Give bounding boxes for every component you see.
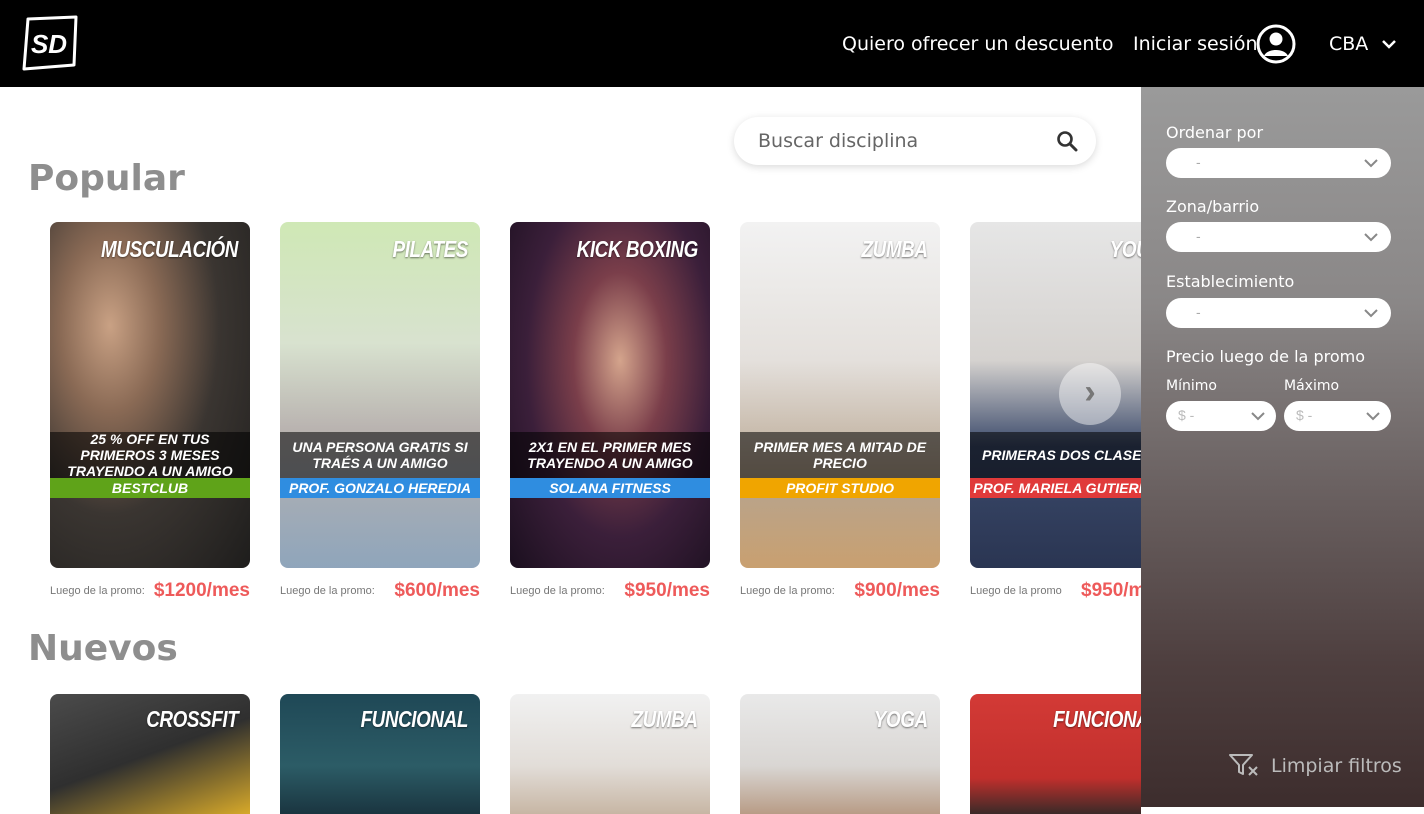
studio-name: SOLANA FITNESS: [510, 478, 710, 498]
select-value: -: [1196, 154, 1201, 170]
price-caption: Luego de la promo:: [740, 585, 835, 597]
discipline-label: FUNCIONAL: [360, 706, 469, 732]
discipline-label: PILATES: [392, 236, 469, 262]
kick-boxing-photo: [510, 222, 710, 568]
zone-select[interactable]: -: [1166, 222, 1391, 252]
top-navbar: SD Quiero ofrecer un descuento Iniciar s…: [0, 0, 1424, 87]
price-row: Luego de la promo: $900/mes: [740, 578, 940, 602]
studio-name: PROF. GONZALO HEREDIA: [280, 478, 480, 498]
max-price-select[interactable]: $ -: [1284, 401, 1391, 431]
price-caption: Luego de la promo:: [50, 585, 145, 597]
zone-label: Zona/barrio: [1166, 197, 1260, 216]
max-price-label: Máximo: [1284, 378, 1340, 394]
min-price-label: Mínimo: [1166, 378, 1217, 394]
order-by-select[interactable]: -: [1166, 148, 1391, 178]
price-value: $900/mes: [854, 580, 940, 601]
carousel-next-button[interactable]: ›: [1059, 363, 1121, 425]
min-price-select[interactable]: $ -: [1166, 401, 1276, 431]
discipline-label: ZUMBA: [861, 236, 928, 262]
price-row: Luego de la promo: $1200/mes: [50, 578, 250, 602]
search-input[interactable]: [758, 128, 1048, 154]
pilates-photo: [280, 222, 480, 568]
establishment-select[interactable]: -: [1166, 298, 1391, 328]
city-selector[interactable]: CBA: [1329, 33, 1368, 55]
studio-name: PROFIT STUDIO: [740, 478, 940, 498]
promo-text: PRIMER MES A MITAD DE PRECIO: [740, 432, 940, 478]
order-by-label: Ordenar por: [1166, 123, 1264, 142]
promo-text: 2X1 EN EL PRIMER MES TRAYENDO A UN AMIGO: [510, 432, 710, 478]
price-row: Luego de la promo $950/m: [970, 578, 1141, 602]
new-card-yoga[interactable]: YOGA: [740, 694, 940, 814]
sd-logo[interactable]: SD: [18, 15, 80, 71]
select-value: $ -: [1296, 407, 1313, 423]
promo-text: UNA PERSONA GRATIS SI TRAÉS A UN AMIGO: [280, 432, 480, 478]
discipline-label: YOGA: [874, 706, 928, 732]
price-caption: Luego de la promo: [970, 585, 1062, 597]
discipline-label: ZUMBA: [631, 706, 698, 732]
promo-card-pilates[interactable]: PILATES UNA PERSONA GRATIS SI TRAÉS A UN…: [280, 222, 480, 568]
clear-filters-label: Limpiar filtros: [1271, 755, 1402, 777]
promo-card-zumba[interactable]: ZUMBA PRIMER MES A MITAD DE PRECIO PROFI…: [740, 222, 940, 568]
promo-card-kick-boxing[interactable]: KICK BOXING 2X1 EN EL PRIMER MES TRAYEND…: [510, 222, 710, 568]
price-value: $950/m: [1081, 580, 1141, 601]
price-row: Luego de la promo: $950/mes: [510, 578, 710, 602]
promo-text: 25 % OFF EN TUS PRIMEROS 3 MESES TRAYEND…: [50, 431, 250, 479]
price-caption: Luego de la promo:: [280, 585, 375, 597]
promo-text: PRIMERAS DOS CLASES GRAT: [970, 432, 1141, 478]
price-caption: Luego de la promo:: [510, 585, 605, 597]
search-icon[interactable]: [1056, 130, 1078, 152]
filter-panel: Ordenar por - Zona/barrio - Establecimie…: [1141, 87, 1424, 807]
new-card-funcional-2[interactable]: FUNCIONA: [970, 694, 1141, 814]
discipline-label: KICK BOXING: [576, 236, 699, 262]
discipline-label: MUSCULACIÓN: [101, 236, 238, 262]
new-card-crossfit[interactable]: CROSSFIT: [50, 694, 250, 814]
login-link[interactable]: Iniciar sesión: [1133, 33, 1258, 55]
popular-section-title: Popular: [28, 158, 185, 199]
chevron-down-icon: [1364, 233, 1378, 242]
discipline-label: CROSSFIT: [145, 706, 238, 732]
user-account-icon[interactable]: [1256, 24, 1296, 64]
price-filter-label: Precio luego de la promo: [1166, 347, 1365, 366]
clear-filters-button[interactable]: Limpiar filtros: [1228, 752, 1418, 782]
filter-clear-icon: [1229, 754, 1258, 776]
zumba-photo: [740, 222, 940, 568]
select-value: -: [1196, 228, 1201, 244]
discipline-label: FUNCIONA: [1052, 706, 1141, 732]
svg-text:SD: SD: [31, 29, 67, 59]
search-box: [734, 117, 1096, 165]
price-value: $950/mes: [624, 580, 710, 601]
discipline-label: YOU: [1109, 236, 1141, 262]
chevron-down-icon[interactable]: [1381, 38, 1397, 50]
new-card-zumba[interactable]: ZUMBA: [510, 694, 710, 814]
musculacion-photo: [50, 222, 250, 568]
price-value: $600/mes: [394, 580, 480, 601]
price-row: Luego de la promo: $600/mes: [280, 578, 480, 602]
select-value: $ -: [1178, 407, 1195, 423]
chevron-down-icon: [1366, 412, 1380, 421]
new-card-funcional[interactable]: FUNCIONAL: [280, 694, 480, 814]
price-value: $1200/mes: [153, 580, 250, 601]
studio-name: PROF. MARIELA GUTIERREZ: [970, 478, 1141, 498]
establishment-label: Establecimiento: [1166, 272, 1295, 291]
studio-name: BESTCLUB: [50, 478, 250, 498]
select-value: -: [1196, 304, 1201, 320]
chevron-down-icon: [1251, 412, 1265, 421]
chevron-down-icon: [1364, 309, 1378, 318]
chevron-down-icon: [1364, 159, 1378, 168]
offer-discount-link[interactable]: Quiero ofrecer un descuento: [842, 33, 1113, 55]
nuevos-section-title: Nuevos: [28, 628, 178, 669]
promo-card-musculacion[interactable]: MUSCULACIÓN 25 % OFF EN TUS PRIMEROS 3 M…: [50, 222, 250, 568]
